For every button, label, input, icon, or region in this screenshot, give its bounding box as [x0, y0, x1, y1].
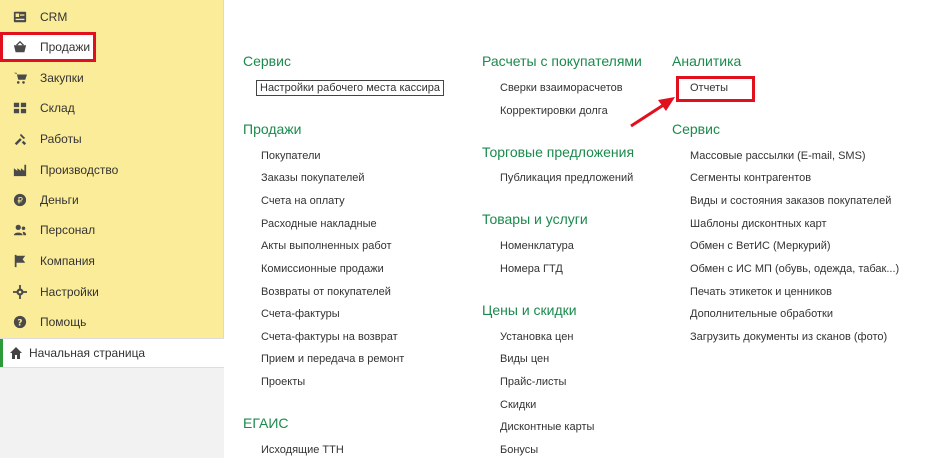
sidebar-item-purchases[interactable]: Закупки: [0, 63, 224, 93]
section-title-analytics: Аналитика: [672, 53, 742, 69]
sidebar-item-help[interactable]: ? Помощь: [0, 307, 224, 337]
link-mp-exchange[interactable]: Обмен с ИС МП (обувь, одежда, табак...): [690, 263, 899, 275]
link-repair-intake[interactable]: Прием и передача в ремонт: [261, 353, 404, 365]
section-title-offers: Торговые предложения: [482, 144, 635, 160]
sidebar-item-label: Склад: [40, 101, 75, 115]
link-invoices[interactable]: Счета на оплату: [261, 195, 345, 207]
link-customers[interactable]: Покупатели: [261, 150, 321, 162]
link-extra-processing[interactable]: Дополнительные обработки: [690, 308, 833, 320]
warehouse-icon: [12, 100, 28, 116]
help-icon: ?: [12, 314, 28, 330]
link-print-labels[interactable]: Печать этикеток и ценников: [690, 286, 832, 298]
link-set-prices[interactable]: Установка цен: [500, 331, 573, 343]
link-debt-adjustments[interactable]: Корректировки долга: [500, 105, 608, 117]
link-price-types[interactable]: Виды цен: [500, 353, 549, 365]
link-tax-invoices[interactable]: Счета-фактуры: [261, 308, 340, 320]
link-discounts[interactable]: Скидки: [500, 399, 536, 411]
sidebar-item-works[interactable]: Работы: [0, 124, 224, 154]
svg-text:?: ?: [17, 319, 22, 329]
sidebar-item-label: Настройки: [40, 285, 99, 299]
gear-icon: [12, 284, 28, 300]
tools-icon: [12, 131, 28, 147]
money-icon: ₽: [12, 192, 28, 208]
sidebar-item-crm[interactable]: CRM: [0, 2, 224, 32]
sidebar-item-label: Деньги: [40, 193, 79, 207]
link-discount-cards[interactable]: Дисконтные карты: [500, 421, 594, 433]
link-card-templates[interactable]: Шаблоны дисконтных карт: [690, 218, 827, 230]
link-customer-orders[interactable]: Заказы покупателей: [261, 172, 365, 184]
section-title-sales: Продажи: [243, 121, 302, 137]
link-commission-sales[interactable]: Комиссионные продажи: [261, 263, 384, 275]
sidebar-item-label: CRM: [40, 10, 68, 24]
link-cashier-settings[interactable]: Настройки рабочего места кассира: [256, 80, 445, 96]
sidebar-item-label: Помощь: [40, 315, 87, 329]
sidebar-item-label: Производство: [40, 163, 119, 177]
sidebar-item-money[interactable]: ₽ Деньги: [0, 185, 224, 215]
flag-icon: [12, 253, 28, 269]
crm-icon: [12, 9, 28, 25]
link-mass-mailing[interactable]: Массовые рассылки (E-mail, SMS): [690, 150, 866, 162]
section-title-goods: Товары и услуги: [482, 211, 588, 227]
link-reconciliations[interactable]: Сверки взаиморасчетов: [500, 82, 623, 94]
link-reports[interactable]: Отчеты: [690, 82, 728, 94]
link-vetis-exchange[interactable]: Обмен с ВетИС (Меркурий): [690, 240, 831, 252]
sidebar-empty-area: [0, 368, 224, 458]
sidebar-item-label: Персонал: [40, 223, 96, 237]
link-counterparty-segments[interactable]: Сегменты контрагентов: [690, 172, 811, 184]
sidebar-item-label: Компания: [40, 254, 95, 268]
sidebar-item-home[interactable]: Начальная страница: [0, 338, 224, 368]
sidebar-item-sales[interactable]: Продажи: [0, 32, 96, 62]
link-gtd-numbers[interactable]: Номера ГТД: [500, 263, 563, 275]
link-publish-offers[interactable]: Публикация предложений: [500, 172, 633, 184]
sidebar-item-label: Начальная страница: [29, 346, 146, 360]
sidebar-item-warehouse[interactable]: Склад: [0, 93, 224, 123]
link-nomenclature[interactable]: Номенклатура: [500, 240, 574, 252]
section-title-service-2: Сервис: [672, 121, 720, 137]
sidebar-item-label: Продажи: [40, 40, 91, 54]
sidebar-item-company[interactable]: Компания: [0, 246, 224, 276]
home-icon: [10, 347, 22, 359]
link-customer-returns[interactable]: Возвраты от покупателей: [261, 286, 391, 298]
sidebar: CRM Продажи Закупки Склад Работы Произво…: [0, 0, 224, 458]
factory-icon: [12, 162, 28, 178]
link-work-acts[interactable]: Акты выполненных работ: [261, 240, 392, 252]
section-title-service: Сервис: [243, 53, 291, 69]
link-order-states[interactable]: Виды и состояния заказов покупателей: [690, 195, 891, 207]
link-projects[interactable]: Проекты: [261, 376, 305, 388]
people-icon: [12, 222, 28, 238]
section-title-egais: ЕГАИС: [243, 415, 289, 431]
link-load-scans[interactable]: Загрузить документы из сканов (фото): [690, 331, 887, 343]
sidebar-item-settings[interactable]: Настройки: [0, 277, 224, 307]
link-outgoing-ttn[interactable]: Исходящие ТТН: [261, 444, 344, 456]
sidebar-item-production[interactable]: Производство: [0, 155, 224, 185]
sidebar-item-staff[interactable]: Персонал: [0, 215, 224, 245]
sidebar-item-label: Работы: [40, 132, 82, 146]
cart-icon: [12, 70, 28, 86]
link-bonuses[interactable]: Бонусы: [500, 444, 538, 456]
section-title-prices: Цены и скидки: [482, 302, 577, 318]
link-sales-waybills[interactable]: Расходные накладные: [261, 218, 377, 230]
sidebar-item-label: Закупки: [40, 71, 84, 85]
basket-icon: [12, 39, 28, 55]
link-return-tax-invoices[interactable]: Счета-фактуры на возврат: [261, 331, 398, 343]
svg-text:₽: ₽: [17, 197, 23, 207]
section-title-settlements: Расчеты с покупателями: [482, 53, 642, 69]
link-price-lists[interactable]: Прайс-листы: [500, 376, 566, 388]
